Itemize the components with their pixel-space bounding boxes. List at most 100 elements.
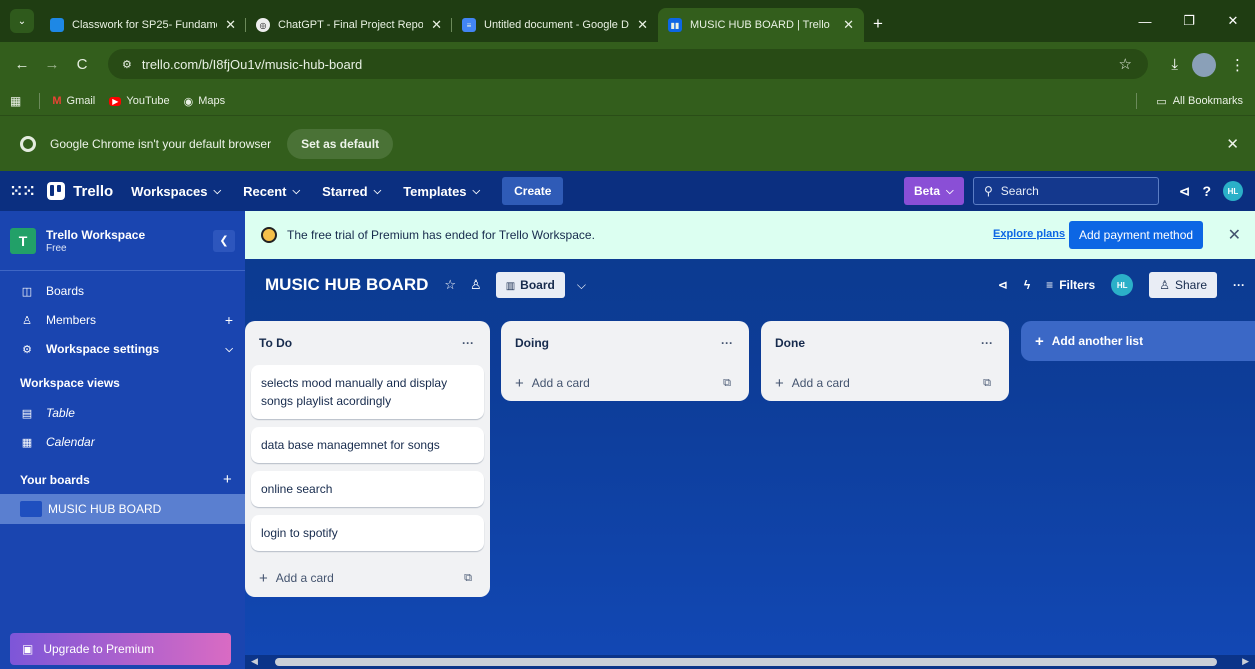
scrollbar-thumb[interactable]	[275, 658, 1217, 666]
chevron-down-icon: ⌵	[373, 185, 382, 197]
menu-recent[interactable]: Recent ⌵	[243, 184, 300, 199]
close-infobar-icon[interactable]: ✕	[1226, 135, 1239, 153]
table-icon: ▤	[21, 407, 33, 420]
star-icon[interactable]: ☆	[444, 277, 456, 293]
sidebar-item-table[interactable]: ▤ Table	[0, 399, 245, 427]
back-icon[interactable]: ←	[10, 56, 34, 73]
add-list-button[interactable]: + Add another list	[1021, 321, 1255, 361]
filters-button[interactable]: ≡ Filters	[1046, 278, 1095, 292]
restore-icon[interactable]: ❐	[1167, 13, 1211, 29]
list-menu-icon[interactable]: ···	[721, 336, 733, 350]
bookmarks-bar: ▦ M Gmail ▶ YouTube ◉ Maps ▭ All Bookmar…	[0, 87, 1255, 115]
bookmark-star-icon[interactable]: ☆	[1119, 55, 1132, 73]
board-view-button[interactable]: ▥ Board	[495, 272, 565, 298]
board-menu-icon[interactable]: ···	[1233, 278, 1245, 292]
bookmark-gmail[interactable]: M Gmail	[52, 95, 95, 107]
visibility-icon[interactable]: ♙	[470, 277, 482, 293]
beta-button[interactable]: Beta ⌵	[904, 177, 964, 205]
set-default-button[interactable]: Set as default	[287, 128, 394, 159]
sidebar-item-calendar[interactable]: ▦ Calendar	[0, 428, 245, 456]
menu-starred[interactable]: Starred ⌵	[322, 184, 381, 199]
sidebar-item-workspace-settings[interactable]: ⚙ Workspace settings ⌵	[0, 335, 245, 363]
workspace-header[interactable]: T Trello Workspace Free ❮	[0, 211, 245, 271]
add-card-button[interactable]: + Add a card ⧉	[761, 365, 1009, 401]
upgrade-button[interactable]: ▣ Upgrade to Premium	[10, 633, 231, 665]
browser-tab-active[interactable]: ▮▮ MUSIC HUB BOARD | Trello ✕	[658, 8, 864, 42]
new-tab-button[interactable]: +	[864, 10, 892, 38]
help-icon[interactable]: ?	[1202, 183, 1211, 199]
browser-tab[interactable]: ◎ ChatGPT - Final Project Report ✕	[246, 8, 452, 42]
list-menu-icon[interactable]: ···	[462, 336, 474, 350]
add-card-button[interactable]: + Add a card ⧉	[245, 559, 490, 597]
card-template-icon[interactable]: ⧉	[983, 377, 991, 390]
list-header[interactable]: Doing ···	[501, 321, 749, 365]
tab-close-icon[interactable]: ✕	[637, 17, 648, 33]
apps-icon[interactable]: ▦	[10, 94, 21, 108]
add-board-icon[interactable]: +	[223, 471, 232, 488]
list-done: Done ··· + Add a card ⧉	[761, 321, 1009, 401]
menu-templates[interactable]: Templates ⌵	[403, 184, 480, 199]
share-button[interactable]: ♙ Share	[1149, 272, 1217, 298]
search-icon: ⚲	[984, 184, 993, 198]
close-window-icon[interactable]: ✕	[1211, 13, 1255, 29]
bookmark-youtube[interactable]: ▶ YouTube	[109, 95, 170, 107]
bookmark-maps[interactable]: ◉ Maps	[184, 95, 226, 108]
add-card-label: Add a card	[791, 376, 850, 390]
profile-avatar[interactable]	[1192, 52, 1216, 77]
menu-label: Workspaces	[131, 183, 208, 199]
scroll-right-icon[interactable]: ▶	[1242, 656, 1249, 667]
reload-icon[interactable]: C	[70, 56, 94, 73]
app-switcher-icon[interactable]: ⁙⁙	[10, 182, 35, 200]
sidebar-item-label: Table	[46, 406, 75, 420]
all-bookmarks[interactable]: ▭ All Bookmarks	[1136, 93, 1243, 109]
chevron-down-icon[interactable]: ⌵	[577, 278, 586, 293]
explore-plans-link[interactable]: Explore plans	[993, 228, 1065, 240]
add-payment-button[interactable]: Add payment method	[1069, 221, 1204, 249]
add-card-button[interactable]: + Add a card ⧉	[501, 365, 749, 401]
power-ups-icon[interactable]: ⊲	[998, 278, 1008, 292]
card[interactable]: login to spotify	[251, 515, 484, 551]
card[interactable]: data base managemnet for songs	[251, 427, 484, 463]
site-info-icon[interactable]: ⚙	[122, 58, 132, 71]
card[interactable]: selects mood manually and display songs …	[251, 365, 484, 419]
address-bar[interactable]: ⚙ trello.com/b/I8fjOu1v/music-hub-board …	[108, 49, 1148, 79]
more-menu-icon[interactable]: ⋮	[1230, 56, 1245, 74]
tab-close-icon[interactable]: ✕	[843, 17, 854, 33]
board-title[interactable]: MUSIC HUB BOARD	[265, 275, 428, 295]
collapse-sidebar-icon[interactable]: ❮	[213, 229, 235, 252]
close-banner-icon[interactable]: ✕	[1228, 225, 1241, 245]
sidebar-item-members[interactable]: ♙ Members +	[0, 306, 245, 334]
chatgpt-icon: ◎	[256, 18, 270, 32]
search-input[interactable]: ⚲ Search	[973, 177, 1159, 205]
minimize-icon[interactable]: —	[1123, 14, 1167, 29]
list-menu-icon[interactable]: ···	[981, 336, 993, 350]
tab-search-icon[interactable]: ⌄	[10, 9, 34, 33]
board-horizontal-scrollbar[interactable]: ◀ ▶	[245, 655, 1255, 669]
card-template-icon[interactable]: ⧉	[723, 377, 731, 390]
trello-logo[interactable]: Trello	[47, 182, 113, 200]
menu-workspaces[interactable]: Workspaces ⌵	[131, 184, 221, 199]
create-button[interactable]: Create	[502, 177, 564, 205]
member-avatar[interactable]: HL	[1111, 274, 1134, 296]
sidebar-item-label: Members	[46, 313, 97, 327]
chevron-down-icon: ⌵	[472, 185, 481, 197]
sidebar-item-boards[interactable]: ◫ Boards	[0, 277, 245, 305]
notifications-icon[interactable]: ⊲	[1179, 183, 1191, 200]
avatar[interactable]: HL	[1223, 181, 1243, 201]
board-thumbnail	[20, 501, 42, 517]
browser-tab[interactable]: Classwork for SP25- Fundament ✕	[40, 8, 246, 42]
sidebar-board-item[interactable]: MUSIC HUB BOARD	[0, 494, 245, 524]
list-header[interactable]: To Do ···	[245, 321, 490, 365]
add-member-icon[interactable]: +	[225, 312, 233, 328]
scroll-left-icon[interactable]: ◀	[251, 656, 258, 667]
forward-icon[interactable]: →	[40, 56, 64, 73]
card-template-icon[interactable]: ⧉	[464, 572, 472, 585]
browser-tab[interactable]: ≡ Untitled document - Google Do ✕	[452, 8, 658, 42]
automation-icon[interactable]: ϟ	[1024, 278, 1030, 292]
card[interactable]: online search	[251, 471, 484, 507]
list-header[interactable]: Done ···	[761, 321, 1009, 365]
tab-close-icon[interactable]: ✕	[431, 17, 442, 33]
download-icon[interactable]: ⤓	[1171, 56, 1178, 73]
header-icons: ⊲ ? HL	[1179, 177, 1243, 205]
tab-close-icon[interactable]: ✕	[225, 17, 236, 33]
